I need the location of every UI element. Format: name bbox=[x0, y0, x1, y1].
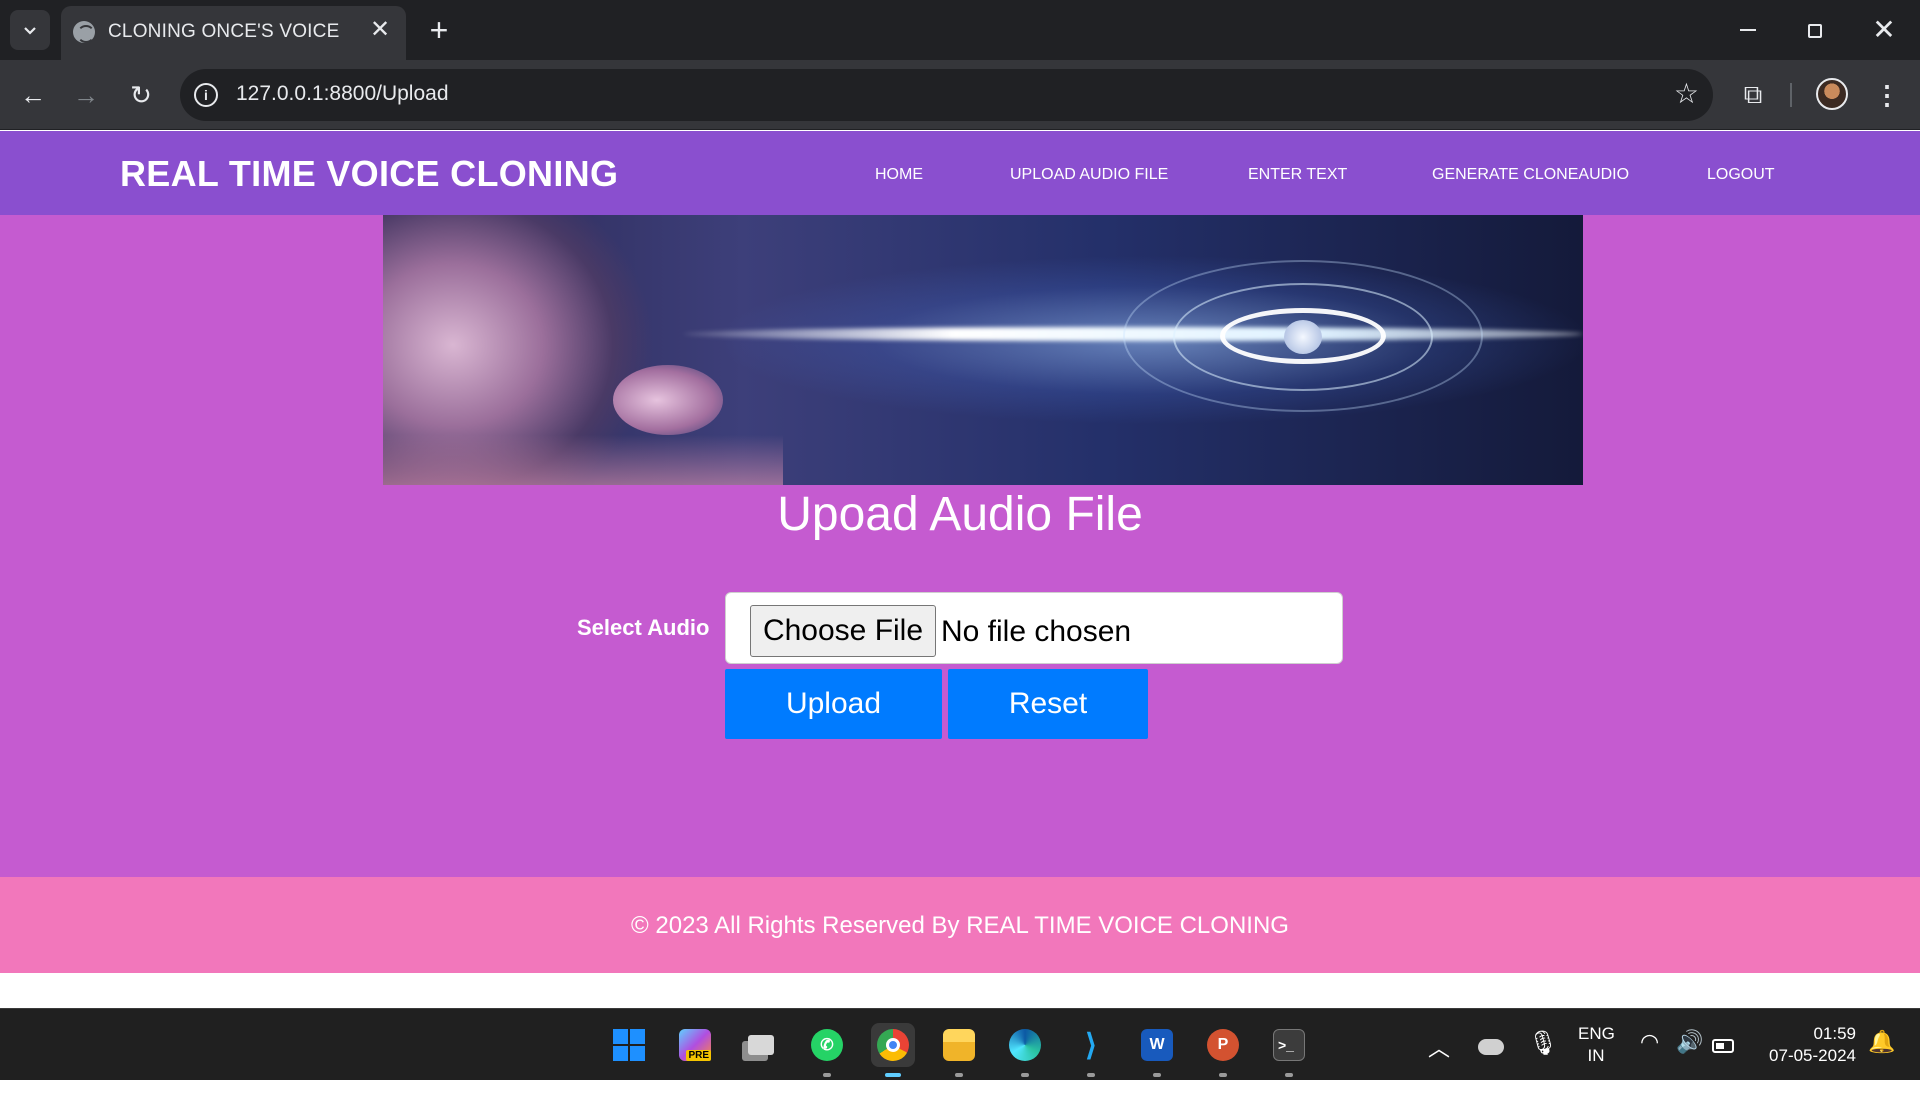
input-language-indicator[interactable]: ENG IN bbox=[1578, 1023, 1615, 1095]
nav-link-logout[interactable]: LOGOUT bbox=[1707, 166, 1775, 184]
url-text[interactable]: 127.0.0.1:8800/Upload bbox=[236, 82, 449, 106]
tab-search-button[interactable] bbox=[10, 10, 50, 50]
running-indicator bbox=[1087, 1073, 1095, 1077]
show-hidden-icons-chevron-icon[interactable]: ︿ bbox=[1428, 1031, 1450, 1103]
nav-link-home[interactable]: HOME bbox=[875, 166, 923, 184]
active-indicator bbox=[885, 1073, 901, 1077]
profile-avatar[interactable] bbox=[1816, 78, 1848, 110]
globe-icon bbox=[73, 21, 95, 43]
windows-start-button[interactable] bbox=[607, 1023, 651, 1067]
info-icon[interactable]: i bbox=[194, 83, 218, 107]
region-code: IN bbox=[1587, 1046, 1605, 1065]
taskbar-word[interactable]: W bbox=[1135, 1023, 1179, 1077]
taskbar-vscode[interactable]: ⟩ bbox=[1069, 1023, 1113, 1077]
terminal-icon: >_ bbox=[1273, 1029, 1305, 1061]
banner-fade bbox=[383, 435, 783, 485]
footer-copyright: © 2023 All Rights Reserved By REAL TIME … bbox=[631, 912, 1289, 939]
audio-file-input[interactable]: Choose File No file chosen bbox=[725, 592, 1343, 664]
reset-button[interactable]: Reset bbox=[948, 669, 1148, 739]
new-tab-button[interactable]: + bbox=[422, 10, 456, 50]
choose-file-button[interactable]: Choose File bbox=[750, 605, 936, 657]
page-viewport: REAL TIME VOICE CLONING HOME UPLOAD AUDI… bbox=[0, 131, 1920, 1008]
nav-link-upload-audio[interactable]: UPLOAD AUDIO FILE bbox=[1010, 166, 1168, 184]
file-status-text: No file chosen bbox=[941, 615, 1132, 648]
running-indicator bbox=[1285, 1073, 1293, 1077]
clock-date: 07-05-2024 bbox=[1769, 1046, 1856, 1065]
back-icon[interactable]: ← bbox=[13, 75, 53, 115]
browser-toolbar: ← → ↻ i 127.0.0.1:8800/Upload ☆ ⧉ ⋮ bbox=[0, 60, 1920, 130]
taskbar-powerpoint[interactable]: P bbox=[1201, 1023, 1245, 1077]
language-code: ENG bbox=[1578, 1024, 1615, 1043]
forward-icon[interactable]: → bbox=[66, 75, 106, 115]
powerpoint-icon: P bbox=[1207, 1029, 1239, 1061]
taskbar-edge[interactable] bbox=[1003, 1023, 1047, 1077]
page-title: Upoad Audio File bbox=[777, 488, 1143, 541]
taskbar-whatsapp[interactable]: ✆ bbox=[805, 1023, 849, 1077]
notification-bell-icon[interactable]: 🔔 bbox=[1868, 1029, 1895, 1101]
task-view-icon bbox=[745, 1029, 777, 1061]
battery-icon[interactable] bbox=[1712, 1039, 1734, 1053]
microphone-tray-icon[interactable]: 🎙 bbox=[1528, 1029, 1558, 1101]
tab-title: CLONING ONCE'S VOICE bbox=[108, 21, 340, 42]
site-footer: © 2023 All Rights Reserved By REAL TIME … bbox=[0, 877, 1920, 973]
chrome-icon bbox=[877, 1029, 909, 1061]
tab-close-icon[interactable]: ✕ bbox=[366, 16, 394, 44]
window-close-button[interactable]: ✕ bbox=[1856, 10, 1912, 50]
word-icon: W bbox=[1141, 1029, 1173, 1061]
upload-button[interactable]: Upload bbox=[725, 669, 942, 739]
running-indicator bbox=[823, 1073, 831, 1077]
nav-link-enter-text[interactable]: ENTER TEXT bbox=[1248, 166, 1347, 184]
running-indicator bbox=[1021, 1073, 1029, 1077]
window-minimize-button[interactable] bbox=[1720, 10, 1776, 50]
running-indicator bbox=[955, 1073, 963, 1077]
running-indicator bbox=[1153, 1073, 1161, 1077]
address-bar[interactable]: i 127.0.0.1:8800/Upload ☆ bbox=[180, 69, 1713, 121]
browser-tab-active[interactable]: CLONING ONCE'S VOICE ✕ bbox=[61, 6, 406, 60]
main-content: Upoad Audio File Select Audio Choose Fil… bbox=[0, 215, 1920, 877]
nav-link-generate-cloneaudio[interactable]: GENERATE CLONEAUDIO bbox=[1432, 166, 1629, 184]
taskbar-terminal[interactable]: >_ bbox=[1267, 1023, 1311, 1077]
volume-icon[interactable]: 🔊 bbox=[1676, 1029, 1703, 1101]
hero-banner-image bbox=[383, 215, 1583, 485]
running-indicator bbox=[1219, 1073, 1227, 1077]
taskbar-chrome[interactable] bbox=[871, 1023, 915, 1077]
copilot-icon: PRE bbox=[679, 1029, 711, 1061]
system-clock[interactable]: 01:59 07-05-2024 bbox=[1756, 1023, 1856, 1095]
wifi-icon[interactable]: ◠ bbox=[1640, 1029, 1659, 1101]
clock-time: 01:59 bbox=[1813, 1024, 1856, 1043]
select-audio-label: Select Audio bbox=[577, 615, 710, 640]
window-restore-button[interactable] bbox=[1788, 10, 1844, 50]
kebab-menu-icon[interactable]: ⋮ bbox=[1872, 77, 1902, 113]
site-navbar: REAL TIME VOICE CLONING HOME UPLOAD AUDI… bbox=[0, 131, 1920, 215]
toolbar-divider bbox=[1790, 83, 1792, 107]
whatsapp-icon: ✆ bbox=[811, 1029, 843, 1061]
minimize-icon bbox=[1740, 29, 1756, 31]
windows-taskbar: PRE ✆ ⟩ W P >_ ︿ 🎙 ENG IN ◠ 🔊 01:59 07-0… bbox=[0, 1008, 1920, 1080]
windows-logo-icon bbox=[613, 1029, 645, 1061]
star-icon[interactable]: ☆ bbox=[1674, 77, 1699, 110]
edge-icon bbox=[1009, 1029, 1041, 1061]
onedrive-cloud-icon[interactable] bbox=[1478, 1039, 1504, 1055]
restore-icon bbox=[1808, 24, 1822, 38]
banner-lips bbox=[613, 365, 723, 435]
taskbar-task-view[interactable] bbox=[739, 1023, 783, 1067]
taskbar-copilot[interactable]: PRE bbox=[673, 1023, 717, 1067]
folder-icon bbox=[943, 1029, 975, 1061]
browser-tabstrip: CLONING ONCE'S VOICE ✕ + ✕ bbox=[0, 0, 1920, 60]
taskbar-file-explorer[interactable] bbox=[937, 1023, 981, 1077]
site-brand[interactable]: REAL TIME VOICE CLONING bbox=[120, 153, 618, 195]
reload-icon[interactable]: ↻ bbox=[121, 75, 161, 115]
extensions-icon[interactable]: ⧉ bbox=[1736, 77, 1770, 111]
chevron-down-icon bbox=[24, 27, 36, 35]
vscode-icon: ⟩ bbox=[1085, 1028, 1097, 1062]
microphone-icon bbox=[1284, 320, 1322, 354]
